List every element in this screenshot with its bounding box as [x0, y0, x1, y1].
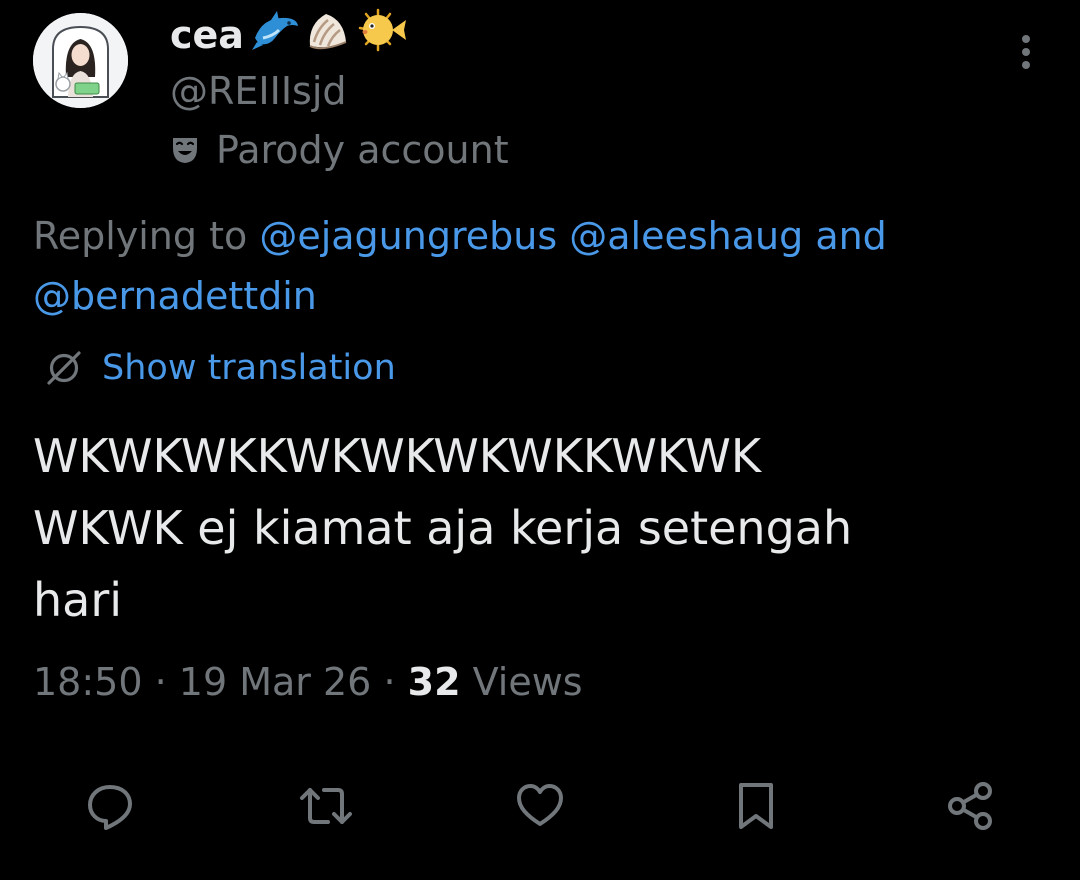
tweet-text-line: hari — [33, 573, 123, 627]
parody-account-label: Parody account — [170, 125, 509, 175]
repost-button[interactable] — [296, 776, 356, 836]
show-translation-button[interactable]: Show translation — [44, 343, 396, 393]
reply-icon — [88, 785, 132, 830]
separator: · — [154, 660, 167, 704]
separator: · — [383, 660, 396, 704]
tweet-text-line: WKWK ej kiamat aja kerja setengah — [33, 501, 853, 555]
replying-to: Replying to @ejagungrebus @aleeshaug and… — [33, 206, 1033, 326]
avatar[interactable] — [33, 13, 128, 108]
blowfish-emoji-icon — [358, 8, 406, 52]
reply-button[interactable] — [80, 776, 140, 836]
tweet-date[interactable]: 19 Mar 26 — [179, 660, 372, 704]
tweet-time[interactable]: 18:50 — [33, 660, 143, 704]
show-translation-label: Show translation — [102, 348, 396, 388]
tweet-metadata: 18:50 · 19 Mar 26 · 32 Views — [33, 655, 583, 709]
mention-conjunction[interactable]: and — [815, 214, 887, 258]
tweet-text: WKWKWKKWKWKWKWKKWKWK WKWK ej kiamat aja … — [33, 420, 1043, 636]
heart-icon — [517, 784, 563, 826]
bookmark-icon — [739, 783, 773, 829]
user-handle[interactable]: @REIIIsjd — [170, 66, 347, 116]
display-name[interactable]: cea — [170, 10, 244, 60]
display-name-text: cea — [170, 13, 244, 57]
avatar-image — [33, 13, 128, 108]
tweet-text-line: WKWKWKKWKWKWKWKKWKWK — [33, 429, 762, 483]
mention-link[interactable]: @ejagungrebus — [259, 214, 557, 258]
bookmark-button[interactable] — [726, 776, 786, 836]
like-button[interactable] — [510, 776, 570, 836]
more-options-icon[interactable] — [1006, 28, 1046, 78]
views-count[interactable]: 32 — [408, 660, 461, 704]
share-icon — [948, 782, 992, 830]
theater-mask-icon — [173, 138, 197, 163]
share-button[interactable] — [940, 776, 1000, 836]
repost-icon — [300, 788, 352, 824]
views-label[interactable]: Views — [473, 660, 583, 704]
spiral-shell-emoji-icon — [309, 14, 347, 50]
dolphin-emoji-icon — [252, 11, 298, 50]
parody-account-text: Parody account — [216, 128, 509, 172]
replying-to-prefix: Replying to — [33, 214, 248, 258]
globe-slash-icon — [47, 351, 81, 385]
mention-link[interactable]: @bernadettdin — [33, 274, 317, 318]
mention-link[interactable]: @aleeshaug — [569, 214, 803, 258]
